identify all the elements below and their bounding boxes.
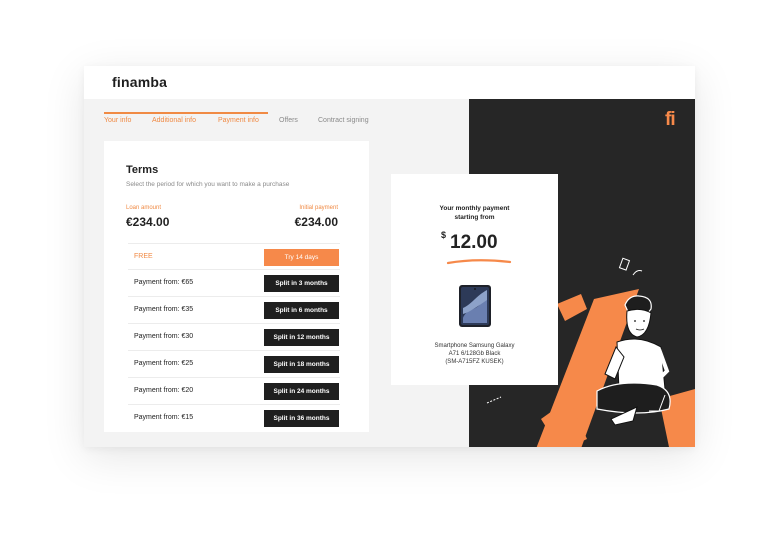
step-your-info[interactable]: Your info: [104, 117, 131, 124]
split-12-months-button[interactable]: Split in 12 months: [264, 329, 339, 346]
split-3-months-button[interactable]: Split in 3 months: [264, 275, 339, 292]
loan-amount-value: €234.00: [126, 215, 170, 229]
option-row: Payment from: €35 Split in 6 months: [128, 296, 340, 322]
split-6-months-button[interactable]: Split in 6 months: [264, 302, 339, 319]
app-window: finamba Your info Additional info Paymen…: [84, 66, 695, 447]
initial-payment-value: €234.00: [294, 215, 338, 229]
progress-bar: [104, 112, 268, 114]
option-row: Payment from: €65 Split in 3 months: [128, 269, 340, 295]
brand-logo[interactable]: finamba: [112, 74, 167, 90]
step-payment-info[interactable]: Payment info: [218, 117, 259, 124]
free-label: FREE: [134, 253, 153, 260]
option-row: Payment from: €30 Split in 12 months: [128, 323, 340, 349]
product-name: Smartphone Samsung Galaxy A71 6/128Gb Bl…: [434, 343, 515, 365]
option-row: Payment from: €25 Split in 18 months: [128, 350, 340, 376]
monthly-amount: 12.00: [450, 232, 498, 253]
payment-from-text: Payment from: €25: [134, 360, 194, 367]
currency-symbol: $: [441, 230, 447, 240]
payment-from-text: Payment from: €65: [134, 279, 194, 286]
terms-title: Terms: [126, 164, 159, 176]
split-18-months-button[interactable]: Split in 18 months: [264, 356, 339, 373]
top-bar: finamba: [84, 66, 695, 99]
split-36-months-button[interactable]: Split in 36 months: [264, 410, 339, 427]
step-additional-info[interactable]: Additional info: [152, 117, 196, 124]
payment-from-text: Payment from: €30: [134, 333, 194, 340]
smartphone-icon: [459, 285, 491, 327]
monthly-payment-title: Your monthly payment starting from: [439, 205, 510, 221]
option-row-free: FREE Try 14 days: [128, 243, 340, 269]
step-offers[interactable]: Offers: [279, 117, 298, 124]
checkout-panel: Your info Additional info Payment info O…: [84, 99, 558, 447]
terms-card: Terms Select the period for which you wa…: [104, 141, 369, 432]
try-14-days-button[interactable]: Try 14 days: [264, 249, 339, 266]
payment-from-text: Payment from: €35: [134, 306, 194, 313]
option-row: Payment from: €15 Split in 36 months: [128, 404, 340, 430]
payment-from-text: Payment from: €20: [134, 387, 194, 394]
loan-amount-label: Loan amount: [126, 205, 162, 211]
option-row: Payment from: €20 Split in 24 months: [128, 377, 340, 403]
split-24-months-button[interactable]: Split in 24 months: [264, 383, 339, 400]
underline-swoosh: [446, 259, 512, 265]
payment-summary-card: Your monthly payment starting from $ 12.…: [391, 174, 558, 385]
initial-payment-label: Initial payment: [299, 205, 338, 211]
terms-subtitle: Select the period for which you want to …: [126, 181, 290, 188]
payment-from-text: Payment from: €15: [134, 414, 194, 421]
step-contract-signing[interactable]: Contract signing: [318, 117, 369, 124]
